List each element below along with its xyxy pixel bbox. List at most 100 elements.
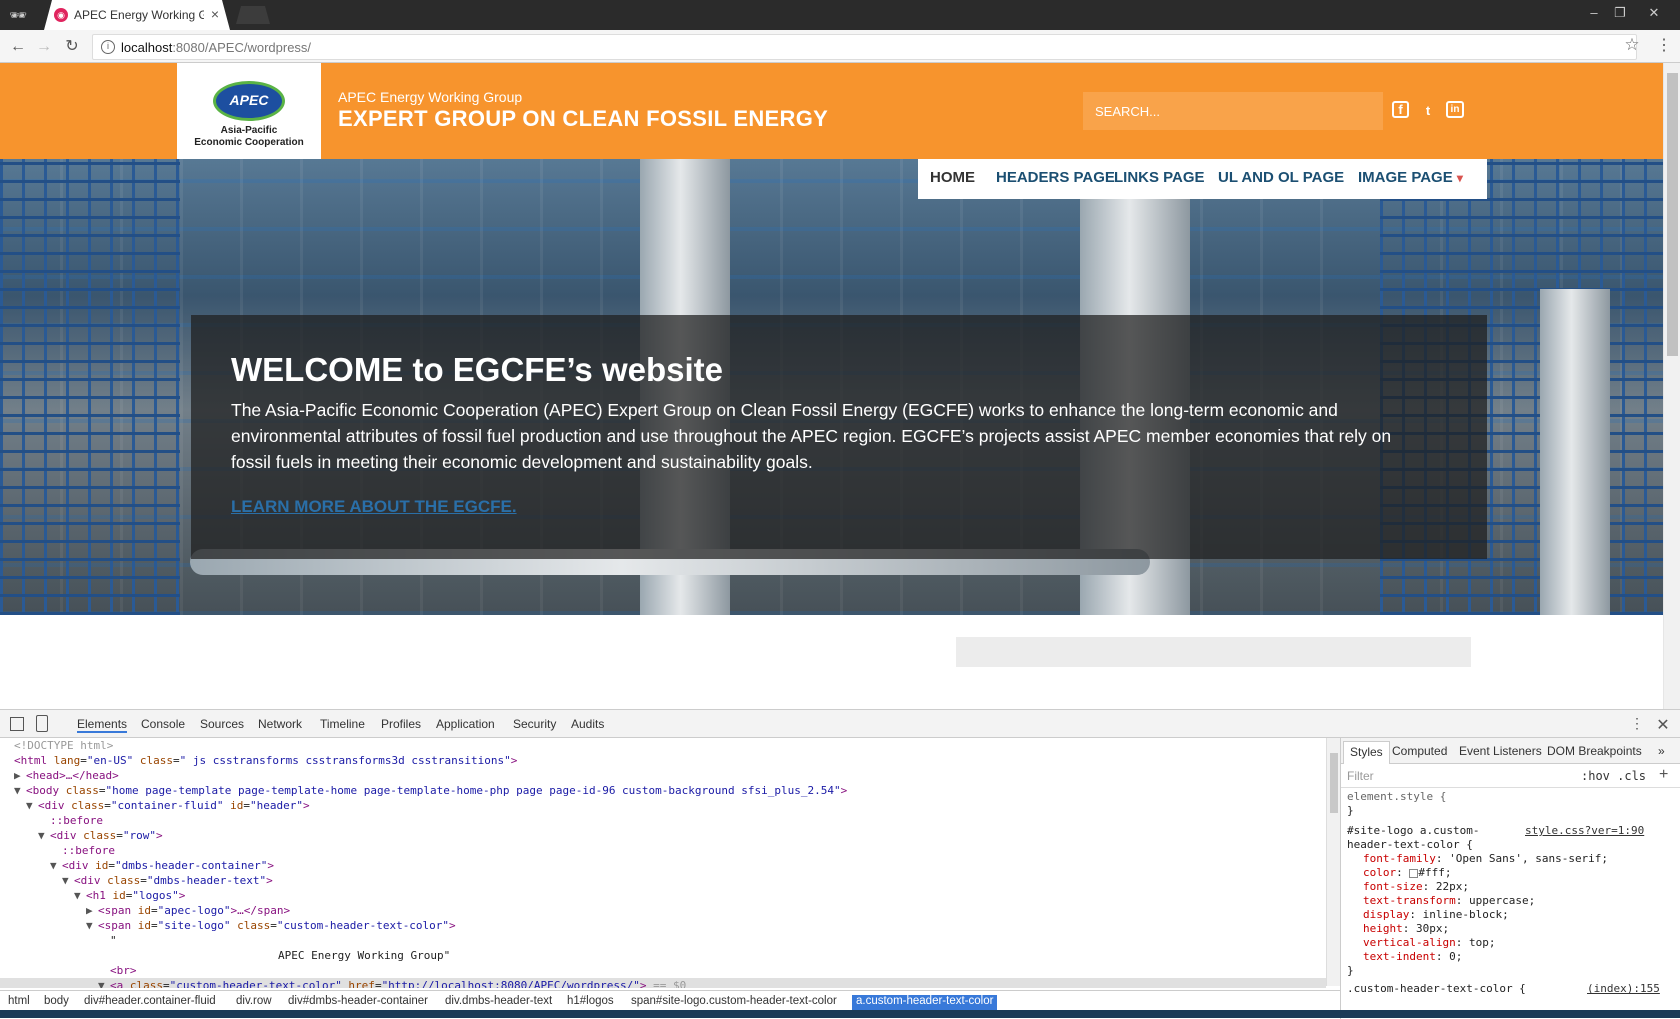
bookmark-star-icon[interactable]: ☆ <box>1622 35 1642 55</box>
tab-application[interactable]: Application <box>436 717 495 733</box>
dom-line[interactable]: <html lang="en-US" class=" js csstransfo… <box>0 753 1326 768</box>
nav-ul-ol-page[interactable]: UL AND OL PAGE <box>1218 169 1344 189</box>
dom-line[interactable]: ▶ <head>…</head> <box>0 768 1326 783</box>
breadcrumb-item-selected[interactable]: a.custom-header-text-color <box>852 995 998 1010</box>
twitter-icon[interactable]: t <box>1418 101 1438 121</box>
dom-line[interactable]: ▶ <span id="apec-logo">…</span> <box>0 903 1326 918</box>
dom-line[interactable]: APEC Energy Working Group" <box>0 948 1326 963</box>
rule-source-link[interactable]: style.css?ver=1:90 <box>1525 824 1644 838</box>
expand-arrow-icon[interactable]: ▶ <box>14 768 26 783</box>
inspect-element-icon[interactable] <box>10 717 24 731</box>
dom-line[interactable]: ▼ <div class="dmbs-header-text"> <box>0 873 1326 888</box>
address-bar[interactable]: i localhost:8080/APEC/wordpress/ <box>92 34 1637 60</box>
rule-property[interactable]: text-indent: 0; <box>1363 950 1462 964</box>
close-window-button[interactable]: ✕ <box>1644 4 1664 22</box>
rule-property[interactable]: height: 30px; <box>1363 922 1449 936</box>
breadcrumb-item[interactable]: div#dmbs-header-container <box>288 995 428 1010</box>
dom-line[interactable]: ▼ <div id="dmbs-header-container"> <box>0 858 1326 873</box>
breadcrumb-item[interactable]: html <box>8 995 30 1010</box>
dom-scrollbar-thumb[interactable] <box>1330 753 1338 813</box>
tab-security[interactable]: Security <box>513 717 556 733</box>
minimize-button[interactable]: – <box>1584 4 1604 22</box>
collapse-arrow-icon[interactable]: ▼ <box>98 978 110 988</box>
devtools-menu-icon[interactable]: ⋮ <box>1630 715 1644 733</box>
rule-property[interactable]: vertical-align: top; <box>1363 936 1495 950</box>
dom-line[interactable]: ▼ <h1 id="logos"> <box>0 888 1326 903</box>
collapse-arrow-icon[interactable]: ▼ <box>50 858 62 873</box>
dom-line[interactable]: ▼ <div class="container-fluid" id="header… <box>0 798 1326 813</box>
reload-icon[interactable]: ↻ <box>62 37 82 57</box>
collapse-arrow-icon[interactable]: ▼ <box>62 873 74 888</box>
back-arrow-icon[interactable]: ← <box>8 37 28 57</box>
tab-network[interactable]: Network <box>258 717 302 733</box>
dom-scrollbar[interactable] <box>1326 738 1340 986</box>
rule-property[interactable]: color: #fff; <box>1363 866 1452 880</box>
more-tabs-icon[interactable]: » <box>1658 744 1665 760</box>
hov-cls-toggles[interactable]: :hov .cls <box>1581 769 1646 783</box>
new-tab-button[interactable] <box>236 6 270 24</box>
tab-audits[interactable]: Audits <box>571 717 604 733</box>
site-subtitle[interactable]: APEC Energy Working Group <box>338 89 522 107</box>
facebook-icon[interactable]: f <box>1392 101 1409 118</box>
breadcrumb-item[interactable]: div#header.container-fluid <box>84 995 216 1010</box>
tab-computed[interactable]: Computed <box>1392 744 1447 760</box>
dom-line[interactable]: ▼ <span id="site-logo" class="custom-head… <box>0 918 1326 933</box>
breadcrumb-item[interactable]: div.row <box>236 995 272 1010</box>
collapse-arrow-icon[interactable]: ▼ <box>14 783 26 798</box>
site-title[interactable]: EXPERT GROUP ON CLEAN FOSSIL ENERGY <box>338 106 828 134</box>
devtools-close-icon[interactable]: ✕ <box>1656 715 1670 734</box>
nav-home[interactable]: HOME <box>930 169 975 189</box>
page-scrollbar[interactable] <box>1663 63 1680 709</box>
search-input[interactable] <box>1083 92 1383 130</box>
dom-line[interactable]: ▼ <div class="row"> <box>0 828 1326 843</box>
dom-line[interactable]: " <box>0 933 1326 948</box>
dom-line[interactable]: ▼ <body class="home page-template page-te… <box>0 783 1326 798</box>
collapse-arrow-icon[interactable]: ▼ <box>26 798 38 813</box>
styles-filter[interactable]: Filter :hov .cls + <box>1341 764 1680 788</box>
page-scrollbar-thumb[interactable] <box>1667 73 1678 356</box>
maximize-button[interactable]: ❐ <box>1610 4 1630 22</box>
kebab-menu-icon[interactable]: ⋮ <box>1656 37 1672 57</box>
dom-line[interactable]: ::before <box>0 813 1326 828</box>
dom-attr-link[interactable]: "http://localhost:8080/APEC/wordpress/" <box>382 979 640 988</box>
nav-headers-page[interactable]: HEADERS PAGE <box>996 169 1115 189</box>
linkedin-icon[interactable]: in <box>1446 101 1464 118</box>
tab-close-icon[interactable]: × <box>208 7 222 21</box>
collapse-arrow-icon[interactable]: ▼ <box>38 828 50 843</box>
rule-property[interactable]: font-family: 'Open Sans', sans-serif; <box>1363 852 1608 866</box>
tab-timeline[interactable]: Timeline <box>320 717 365 733</box>
collapse-arrow-icon[interactable]: ▼ <box>86 918 98 933</box>
dom-line[interactable]: ::before <box>0 843 1326 858</box>
browser-tab-active[interactable]: ◉ APEC Energy Working Gr × <box>44 0 230 30</box>
learn-more-link[interactable]: LEARN MORE ABOUT THE EGCFE. <box>231 497 517 521</box>
tab-dom-breakpoints[interactable]: DOM Breakpoints <box>1547 744 1642 760</box>
expand-arrow-icon[interactable]: ▶ <box>86 903 98 918</box>
breadcrumb-item[interactable]: h1#logos <box>567 995 614 1010</box>
tab-elements[interactable]: Elements <box>77 717 128 733</box>
nav-links-page[interactable]: LINKS PAGE <box>1114 169 1205 189</box>
breadcrumb-item[interactable]: body <box>44 995 69 1010</box>
tab-styles[interactable]: Styles <box>1343 741 1390 764</box>
apec-logo[interactable]: APEC Asia-Pacific Economic Cooperation <box>177 63 321 159</box>
collapse-arrow-icon[interactable]: ▼ <box>74 888 86 903</box>
tab-console[interactable]: Console <box>141 717 185 733</box>
dom-line[interactable]: <br> <box>0 963 1326 978</box>
add-rule-icon[interactable]: + <box>1659 766 1668 784</box>
nav-image-page[interactable]: IMAGE PAGE ▾ <box>1358 169 1463 189</box>
dom-line-selected[interactable]: ▼ <a class="custom-header-text-color" hre… <box>0 978 1326 988</box>
breadcrumb-item[interactable]: div.dmbs-header-text <box>445 995 552 1010</box>
tab-profiles[interactable]: Profiles <box>381 717 421 733</box>
info-icon[interactable]: i <box>101 40 115 54</box>
rule-property[interactable]: text-transform: uppercase; <box>1363 894 1535 908</box>
tab-sources[interactable]: Sources <box>200 717 244 733</box>
tab-event-listeners[interactable]: Event Listeners <box>1459 744 1542 760</box>
breadcrumb-item[interactable]: span#site-logo.custom-header-text-color <box>631 995 837 1010</box>
rule-property[interactable]: font-size: 22px; <box>1363 880 1469 894</box>
forward-arrow-icon[interactable]: → <box>34 37 54 57</box>
rule-source-link[interactable]: (index):155 <box>1587 982 1660 996</box>
device-toolbar-icon[interactable] <box>36 715 48 732</box>
url-text[interactable]: localhost:8080/APEC/wordpress/ <box>121 40 311 56</box>
dom-line[interactable]: <!DOCTYPE html> <box>0 738 1326 753</box>
rule-property[interactable]: display: inline-block; <box>1363 908 1509 922</box>
filter-input[interactable]: Filter <box>1347 769 1374 783</box>
